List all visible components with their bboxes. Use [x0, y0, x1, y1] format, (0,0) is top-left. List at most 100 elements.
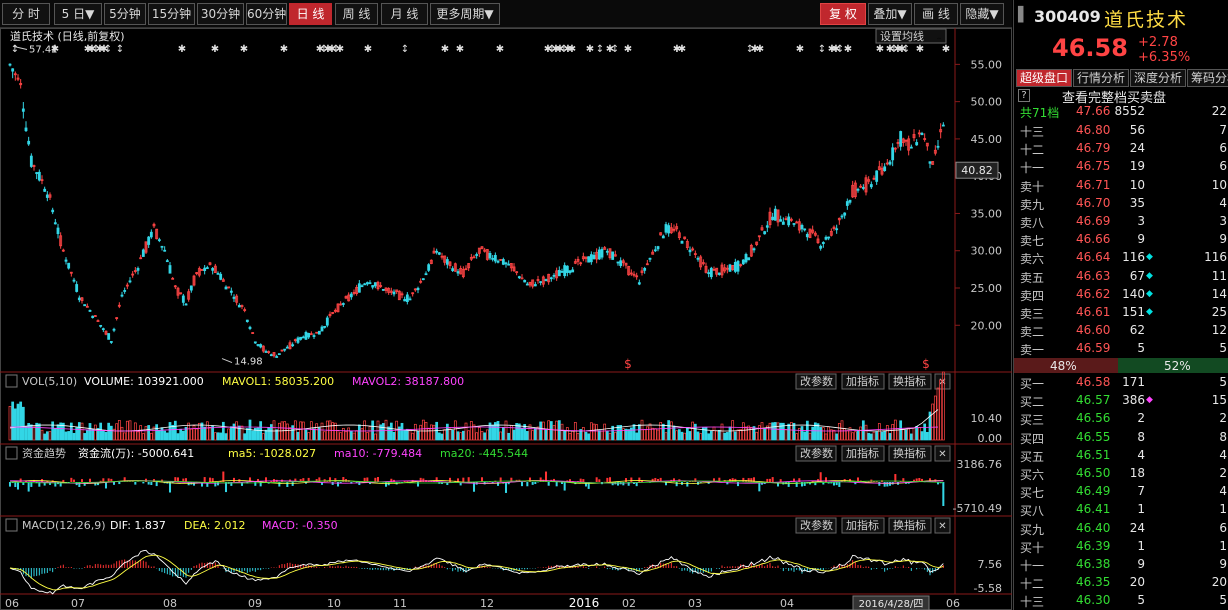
buy-level-row[interactable]: 买一 46.58 171 5 [1014, 374, 1228, 393]
level-price: 46.55 [1076, 429, 1111, 444]
candle-body [264, 351, 268, 353]
fund-flow-bar [406, 481, 409, 482]
sell-level-row[interactable]: 卖一 46.59 5 5 [1014, 340, 1228, 359]
level-count: 10 [1211, 177, 1227, 192]
buy-level-row[interactable]: 买二 46.57 386 ◆ 15 [1014, 392, 1228, 411]
buy-level-row[interactable]: 十三 46.30 5 5 [1014, 592, 1228, 610]
left-button-4[interactable]: 30分钟 [197, 3, 244, 25]
left-button-8[interactable]: 月 线 [381, 3, 428, 25]
candle-body [552, 274, 556, 277]
sell-level-row[interactable]: 卖九 46.70 35 4 [1014, 195, 1228, 214]
buy-level-row[interactable]: 买八 46.41 1 1 [1014, 501, 1228, 520]
level-count: 2 [1219, 466, 1227, 480]
volume-bar [824, 433, 828, 441]
right-button-3[interactable]: 隐藏▼ [960, 3, 1004, 25]
buy-level-row[interactable]: 买十 46.39 1 1 [1014, 538, 1228, 557]
left-button-0[interactable]: 分 时 [2, 3, 50, 25]
level-label: 买六 [1020, 468, 1045, 482]
right-button-2[interactable]: 画 线 [914, 3, 958, 25]
volume-bar [915, 425, 919, 441]
volume-bar [355, 430, 359, 441]
candle-body [875, 170, 879, 182]
volume-bar [627, 429, 631, 441]
volume-bar [571, 430, 575, 441]
sell-level-row[interactable]: 卖八 46.69 3 3 [1014, 213, 1228, 232]
left-button-2[interactable]: 5分钟 [104, 3, 146, 25]
fund-flow-bar [224, 482, 228, 493]
candle-body [8, 63, 12, 66]
volume-bar [880, 431, 884, 441]
buy-level-row[interactable]: 十二 46.35 20 20 [1014, 574, 1228, 593]
buy-level-row[interactable]: 买九 46.40 24 6 [1014, 520, 1228, 539]
level-label: 买一 [1020, 377, 1045, 391]
level-label: 卖五 [1020, 270, 1045, 285]
candle-body [88, 309, 92, 312]
sell-level-row[interactable]: 卖六 46.64 116 ◆ 116 [1014, 249, 1228, 268]
buy-level-row[interactable]: 十一 46.38 9 9 [1014, 556, 1228, 575]
pane-help-icon[interactable] [5, 374, 18, 388]
left-button-6[interactable]: 日 线 [289, 3, 332, 25]
level-count: 25 [1211, 305, 1227, 319]
sell-level-row[interactable]: 十一 46.75 19 6 [1014, 158, 1228, 177]
macd-ybot-label: -5.58 [974, 582, 1002, 595]
candle-body [120, 294, 124, 297]
event-star-icon: ↕ [611, 44, 619, 55]
volume-bar [541, 421, 545, 441]
candle-body [733, 261, 737, 272]
fund-flow-bar [504, 482, 508, 493]
sell-level-row[interactable]: 卖七 46.66 9 9 [1014, 231, 1228, 250]
candle-body [856, 188, 860, 191]
volume-bar [667, 420, 671, 441]
left-button-9[interactable]: 更多周期▼ [430, 3, 500, 25]
left-button-3[interactable]: 15分钟 [148, 3, 195, 25]
volume-bar [821, 427, 825, 441]
volume-bar [635, 432, 639, 441]
volume-bar [760, 422, 764, 441]
left-button-7[interactable]: 周 线 [335, 3, 378, 25]
tab-depth-analysis[interactable]: 深度分析 [1130, 69, 1186, 87]
fund-flow-bar [203, 477, 206, 482]
chart-canvas[interactable]: 55.0050.0045.0040.0035.0030.0025.0020.00… [0, 28, 1012, 610]
volume-bar [739, 429, 743, 441]
right-button-1[interactable]: 叠加▼ [868, 3, 912, 25]
tab-quote-analysis[interactable]: 行情分析 [1073, 69, 1129, 87]
left-button-1[interactable]: 5 日▼ [54, 3, 102, 25]
sell-level-row[interactable]: 卖五 46.63 67 ◆ 11 [1014, 268, 1228, 287]
sell-level-row[interactable]: 十二 46.79 24 6 [1014, 140, 1228, 159]
buy-level-row[interactable]: 买四 46.55 8 8 [1014, 429, 1228, 448]
tab-super-orderbook[interactable]: 超级盘口 [1016, 69, 1072, 87]
level-price: 46.60 [1076, 323, 1111, 338]
fund-flow-bar [278, 482, 281, 487]
candle-body [744, 254, 748, 263]
menu-icon[interactable]: ▌ [1018, 7, 1029, 23]
fund-flow-bar [563, 482, 566, 491]
level-count: 116 [1204, 250, 1227, 265]
help-icon[interactable]: ? [1018, 89, 1030, 102]
buy-level-row[interactable]: 买六 46.50 18 2 [1014, 465, 1228, 484]
volume-bar [869, 433, 873, 441]
right-button-0[interactable]: 复 权 [820, 3, 866, 25]
pane-help-icon[interactable] [5, 446, 18, 460]
volume-bar [128, 420, 132, 441]
sell-level-row[interactable]: 十三 46.80 56 7 [1014, 122, 1228, 141]
sell-level-row[interactable]: 卖四 46.62 140 ◆ 14 [1014, 286, 1228, 305]
volume-bar [432, 424, 436, 441]
level-volume: 20 [1129, 575, 1145, 590]
pane-help-icon[interactable] [5, 518, 18, 532]
sell-level-row[interactable]: 卖十 46.71 10 10 [1014, 177, 1228, 196]
buy-level-row[interactable]: 买三 46.56 2 2 [1014, 410, 1228, 429]
tab-chip-analysis[interactable]: 筹码分析 [1187, 69, 1228, 87]
buy-level-row[interactable]: 买五 46.51 4 4 [1014, 447, 1228, 466]
candle-body [544, 279, 548, 281]
candle-body [29, 155, 33, 167]
candle-body [456, 271, 460, 274]
volume-bar [613, 431, 617, 441]
candle-body [752, 248, 756, 251]
buy-level-row[interactable]: 买七 46.49 7 4 [1014, 483, 1228, 502]
sell-level-row[interactable]: 卖三 46.61 151 ◆ 25 [1014, 304, 1228, 323]
candle-body [189, 285, 193, 291]
buy-ratio: 52% [1164, 359, 1191, 373]
left-button-5[interactable]: 60分钟 [246, 3, 287, 25]
sell-level-row[interactable]: 卖二 46.60 62 12 [1014, 322, 1228, 341]
candle-body [307, 333, 311, 338]
